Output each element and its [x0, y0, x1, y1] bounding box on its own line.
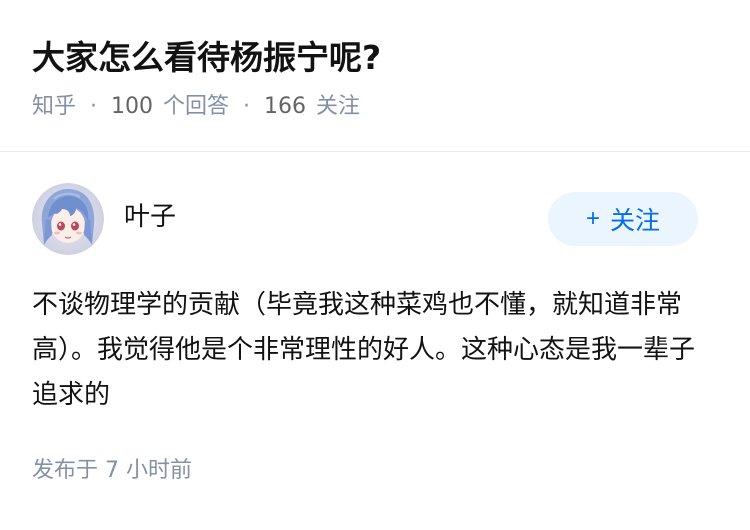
follow-button-label: 关注 — [610, 207, 661, 235]
author-row: 叶子 + 关注 — [32, 152, 718, 256]
answer-card: 叶子 + 关注 不谈物理学的贡献（毕竟我这种菜鸡也不懂，就知道非常高）。我觉得他… — [32, 152, 718, 486]
source-label[interactable]: 知乎 — [32, 92, 76, 122]
author-name[interactable]: 叶子 — [124, 200, 176, 234]
publish-time: 发布于 7 小时前 — [32, 458, 192, 483]
question-header: 大家怎么看待杨振宁呢? 知乎 · 100 个回答 · 166 关注 — [0, 0, 750, 152]
avatar[interactable] — [32, 183, 104, 255]
question-title[interactable]: 大家怎么看待杨振宁呢? — [32, 36, 718, 80]
page: 大家怎么看待杨振宁呢? 知乎 · 100 个回答 · 166 关注 叶子 + 关… — [0, 0, 750, 530]
question-meta: 知乎 · 100 个回答 · 166 关注 — [32, 92, 718, 122]
follower-count: 166 — [264, 94, 307, 119]
meta-separator: · — [243, 94, 251, 119]
answer-count-label: 个回答 — [163, 94, 230, 119]
answer-content[interactable]: 不谈物理学的贡献（毕竟我这种菜鸡也不懂，就知道非常高）。我觉得他是个非常理性的好… — [32, 283, 718, 418]
plus-icon: + — [585, 205, 600, 232]
avatar-image — [32, 183, 104, 255]
follow-button[interactable]: + 关注 — [548, 192, 698, 246]
answer-count: 100 — [111, 94, 154, 119]
meta-separator: · — [90, 94, 98, 119]
follower-count-label: 关注 — [316, 94, 361, 119]
